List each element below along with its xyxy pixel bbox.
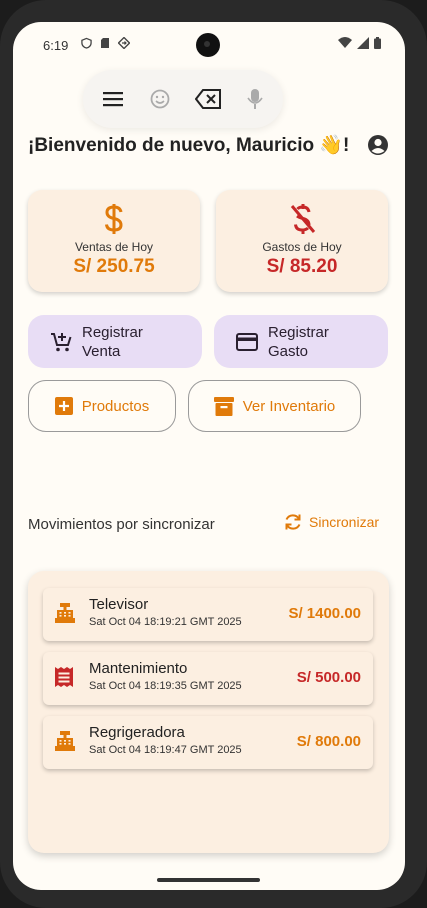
dollar-icon: [105, 204, 123, 234]
item-amount: S/ 1400.00: [288, 605, 361, 622]
item-name: Televisor: [89, 596, 149, 613]
sync-button[interactable]: Sincronizar: [283, 512, 379, 532]
system-icons: [338, 37, 381, 49]
status-time: 6:19: [43, 38, 69, 53]
sync-label: Sincronizar: [309, 514, 380, 530]
item-amount: S/ 800.00: [296, 733, 361, 750]
sales-today-card: Ventas de Hoy S/ 250.75: [28, 190, 200, 292]
microphone-icon[interactable]: [247, 88, 263, 110]
battery-icon: [374, 37, 381, 49]
notification-icons: [81, 37, 130, 49]
item-date: Sat Oct 04 18:19:35 GMT 2025: [89, 680, 242, 692]
front-camera: [196, 33, 220, 57]
add-box-icon: [54, 397, 73, 415]
products-label: Productos: [81, 397, 150, 415]
receipt-icon: [55, 667, 73, 687]
sd-card-icon: [101, 38, 109, 48]
archive-icon: [213, 396, 234, 416]
add-shopping-cart-icon: [51, 332, 72, 351]
status-bar: 6:19: [13, 22, 405, 68]
register-sale-label: Registrar Venta: [82, 323, 143, 360]
list-item[interactable]: Televisor Sat Oct 04 18:19:21 GMT 2025 S…: [43, 588, 373, 641]
pending-movements-list: Televisor Sat Oct 04 18:19:21 GMT 2025 S…: [28, 571, 389, 853]
location-diamond-icon: [118, 37, 130, 49]
products-button[interactable]: Productos: [28, 380, 176, 432]
welcome-heading: ¡Bienvenido de nuevo, Mauricio 👋!: [28, 135, 350, 156]
register-sale-button[interactable]: Registrar Venta: [28, 315, 202, 368]
phone-frame: 6:19 ¡Bienvenido de nuevo, Mauricio 👋! V…: [0, 0, 427, 908]
item-amount: S/ 500.00: [296, 669, 361, 686]
list-item[interactable]: Regrigeradora Sat Oct 04 18:19:47 GMT 20…: [43, 716, 373, 769]
sales-label: Ventas de Hoy: [74, 240, 154, 254]
screen: 6:19 ¡Bienvenido de nuevo, Mauricio 👋! V…: [13, 22, 405, 890]
expenses-value: S/ 85.20: [266, 256, 338, 277]
backspace-icon[interactable]: [195, 88, 223, 110]
keyboard-toolbar: [83, 70, 283, 128]
item-name: Regrigeradora: [89, 724, 185, 741]
cash-register-icon: [55, 603, 75, 623]
cash-register-icon: [55, 731, 75, 751]
item-date: Sat Oct 04 18:19:47 GMT 2025: [89, 744, 242, 756]
view-inventory-label: Ver Inventario: [242, 397, 336, 415]
expenses-today-card: Gastos de Hoy S/ 85.20: [216, 190, 388, 292]
money-off-icon: [290, 204, 316, 234]
account-icon[interactable]: [367, 134, 389, 156]
menu-icon[interactable]: [103, 91, 125, 107]
expenses-label: Gastos de Hoy: [262, 240, 342, 254]
pending-movements-title: Movimientos por sincronizar: [28, 516, 215, 533]
list-item[interactable]: Mantenimiento Sat Oct 04 18:19:35 GMT 20…: [43, 652, 373, 705]
register-expense-label: Registrar Gasto: [268, 323, 329, 360]
gesture-home-bar[interactable]: [157, 878, 260, 882]
sync-icon: [285, 514, 301, 530]
signal-icon: [357, 37, 369, 49]
register-expense-button[interactable]: Registrar Gasto: [214, 315, 388, 368]
item-name: Mantenimiento: [89, 660, 188, 677]
wifi-icon: [338, 37, 352, 48]
item-date: Sat Oct 04 18:19:21 GMT 2025: [89, 616, 242, 628]
sales-value: S/ 250.75: [73, 256, 155, 277]
credit-card-icon: [236, 332, 258, 351]
shield-icon: [81, 37, 92, 49]
view-inventory-button[interactable]: Ver Inventario: [188, 380, 361, 432]
emoji-icon[interactable]: [149, 88, 171, 110]
